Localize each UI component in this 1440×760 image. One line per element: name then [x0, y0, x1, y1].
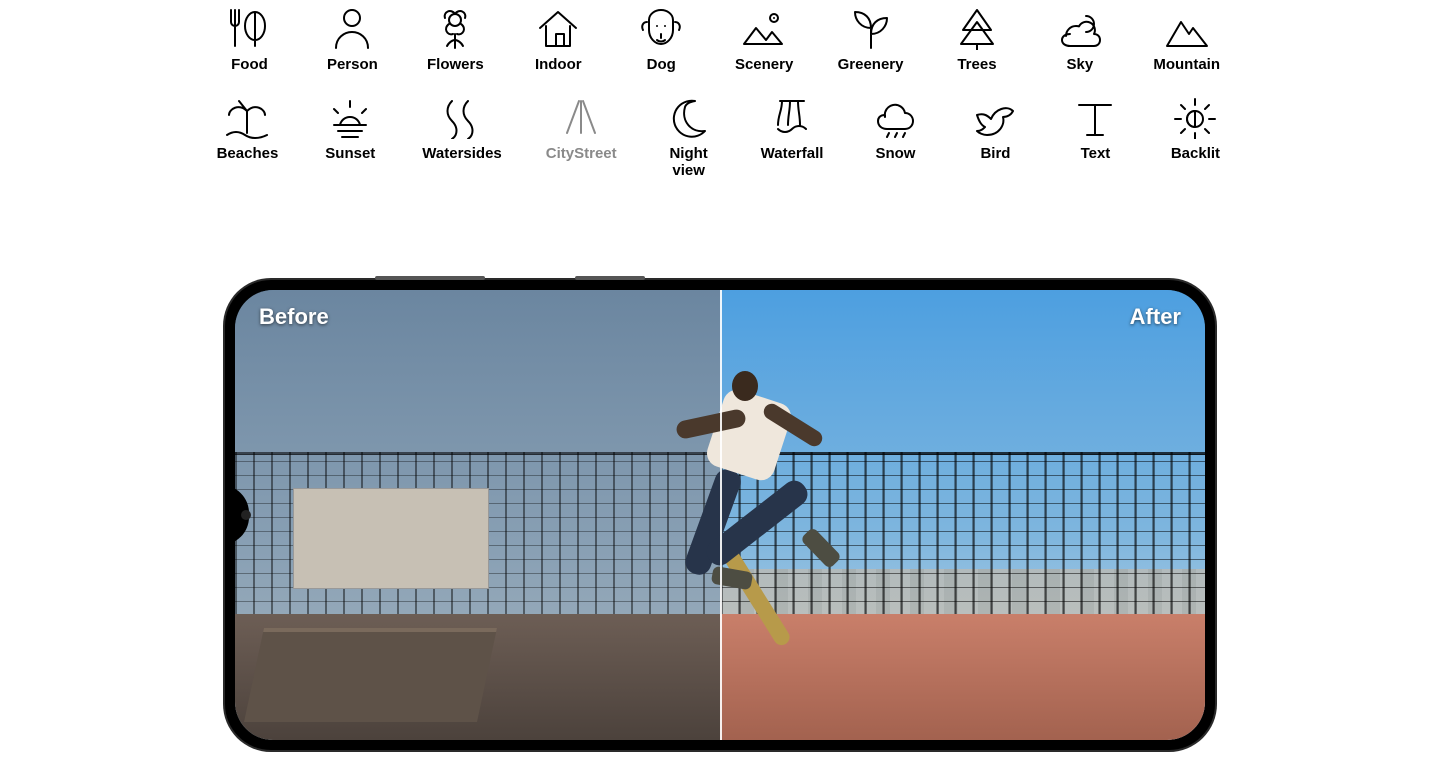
category-label-waterfall: Waterfall [761, 145, 824, 162]
beaches-icon [219, 95, 275, 139]
category-sky: Sky [1050, 6, 1109, 73]
category-watersides: Watersides [422, 95, 501, 179]
trees-icon [949, 6, 1005, 50]
phone-mockup: Before After [225, 280, 1215, 750]
category-label-trees: Trees [947, 56, 1006, 73]
category-label-citystreet: CityStreet [546, 145, 617, 162]
category-label-bird: Bird [967, 145, 1023, 162]
waterfall-icon [764, 95, 820, 139]
category-scenery: Scenery [735, 6, 794, 73]
category-label-scenery: Scenery [735, 56, 794, 73]
indoor-icon [530, 6, 586, 50]
before-after-divider [720, 290, 722, 740]
category-backlit: Backlit [1167, 95, 1223, 179]
category-label-indoor: Indoor [529, 56, 588, 73]
category-indoor: Indoor [529, 6, 588, 73]
sky-icon [1052, 6, 1108, 50]
category-person: Person [323, 6, 382, 73]
category-bird: Bird [967, 95, 1023, 179]
category-snow: Snow [867, 95, 923, 179]
category-label-watersides: Watersides [422, 145, 501, 162]
category-greenery: Greenery [838, 6, 904, 73]
dog-icon [633, 6, 689, 50]
backlit-icon [1167, 95, 1223, 139]
citystreet-icon [553, 95, 609, 139]
bird-icon [967, 95, 1023, 139]
category-label-nightview: Night view [661, 145, 717, 179]
category-dog: Dog [632, 6, 691, 73]
category-label-dog: Dog [632, 56, 691, 73]
category-label-snow: Snow [867, 145, 923, 162]
category-label-sky: Sky [1050, 56, 1109, 73]
category-text: Text [1067, 95, 1123, 179]
category-label-person: Person [323, 56, 382, 73]
category-waterfall: Waterfall [761, 95, 824, 179]
watersides-icon [434, 95, 490, 139]
text-icon [1067, 95, 1123, 139]
sunset-icon [322, 95, 378, 139]
food-icon [221, 6, 277, 50]
category-label-text: Text [1067, 145, 1123, 162]
category-label-sunset: Sunset [322, 145, 378, 162]
category-nightview: Night view [661, 95, 717, 179]
category-label-beaches: Beaches [217, 145, 279, 162]
category-beaches: Beaches [217, 95, 279, 179]
category-label-backlit: Backlit [1167, 145, 1223, 162]
snow-icon [867, 95, 923, 139]
mountain-icon [1159, 6, 1215, 50]
phone-screen: Before After [235, 290, 1205, 740]
person-icon [324, 6, 380, 50]
greenery-icon [843, 6, 899, 50]
category-food: Food [220, 6, 279, 73]
category-flowers: Flowers [426, 6, 485, 73]
scenery-icon [736, 6, 792, 50]
category-citystreet: CityStreet [546, 95, 617, 179]
skateboarder-figure [684, 371, 864, 631]
category-label-food: Food [220, 56, 279, 73]
category-label-flowers: Flowers [426, 56, 485, 73]
category-label-greenery: Greenery [838, 56, 904, 73]
category-trees: Trees [947, 6, 1006, 73]
category-sunset: Sunset [322, 95, 378, 179]
category-label-mountain: Mountain [1153, 56, 1220, 73]
scene-category-grid: Food Person Flowers Indoor Dog Scenery Greener… [220, 0, 1220, 179]
nightview-icon [661, 95, 717, 139]
before-label: Before [259, 304, 329, 330]
flowers-icon [427, 6, 483, 50]
after-label: After [1130, 304, 1181, 330]
category-mountain: Mountain [1153, 6, 1220, 73]
